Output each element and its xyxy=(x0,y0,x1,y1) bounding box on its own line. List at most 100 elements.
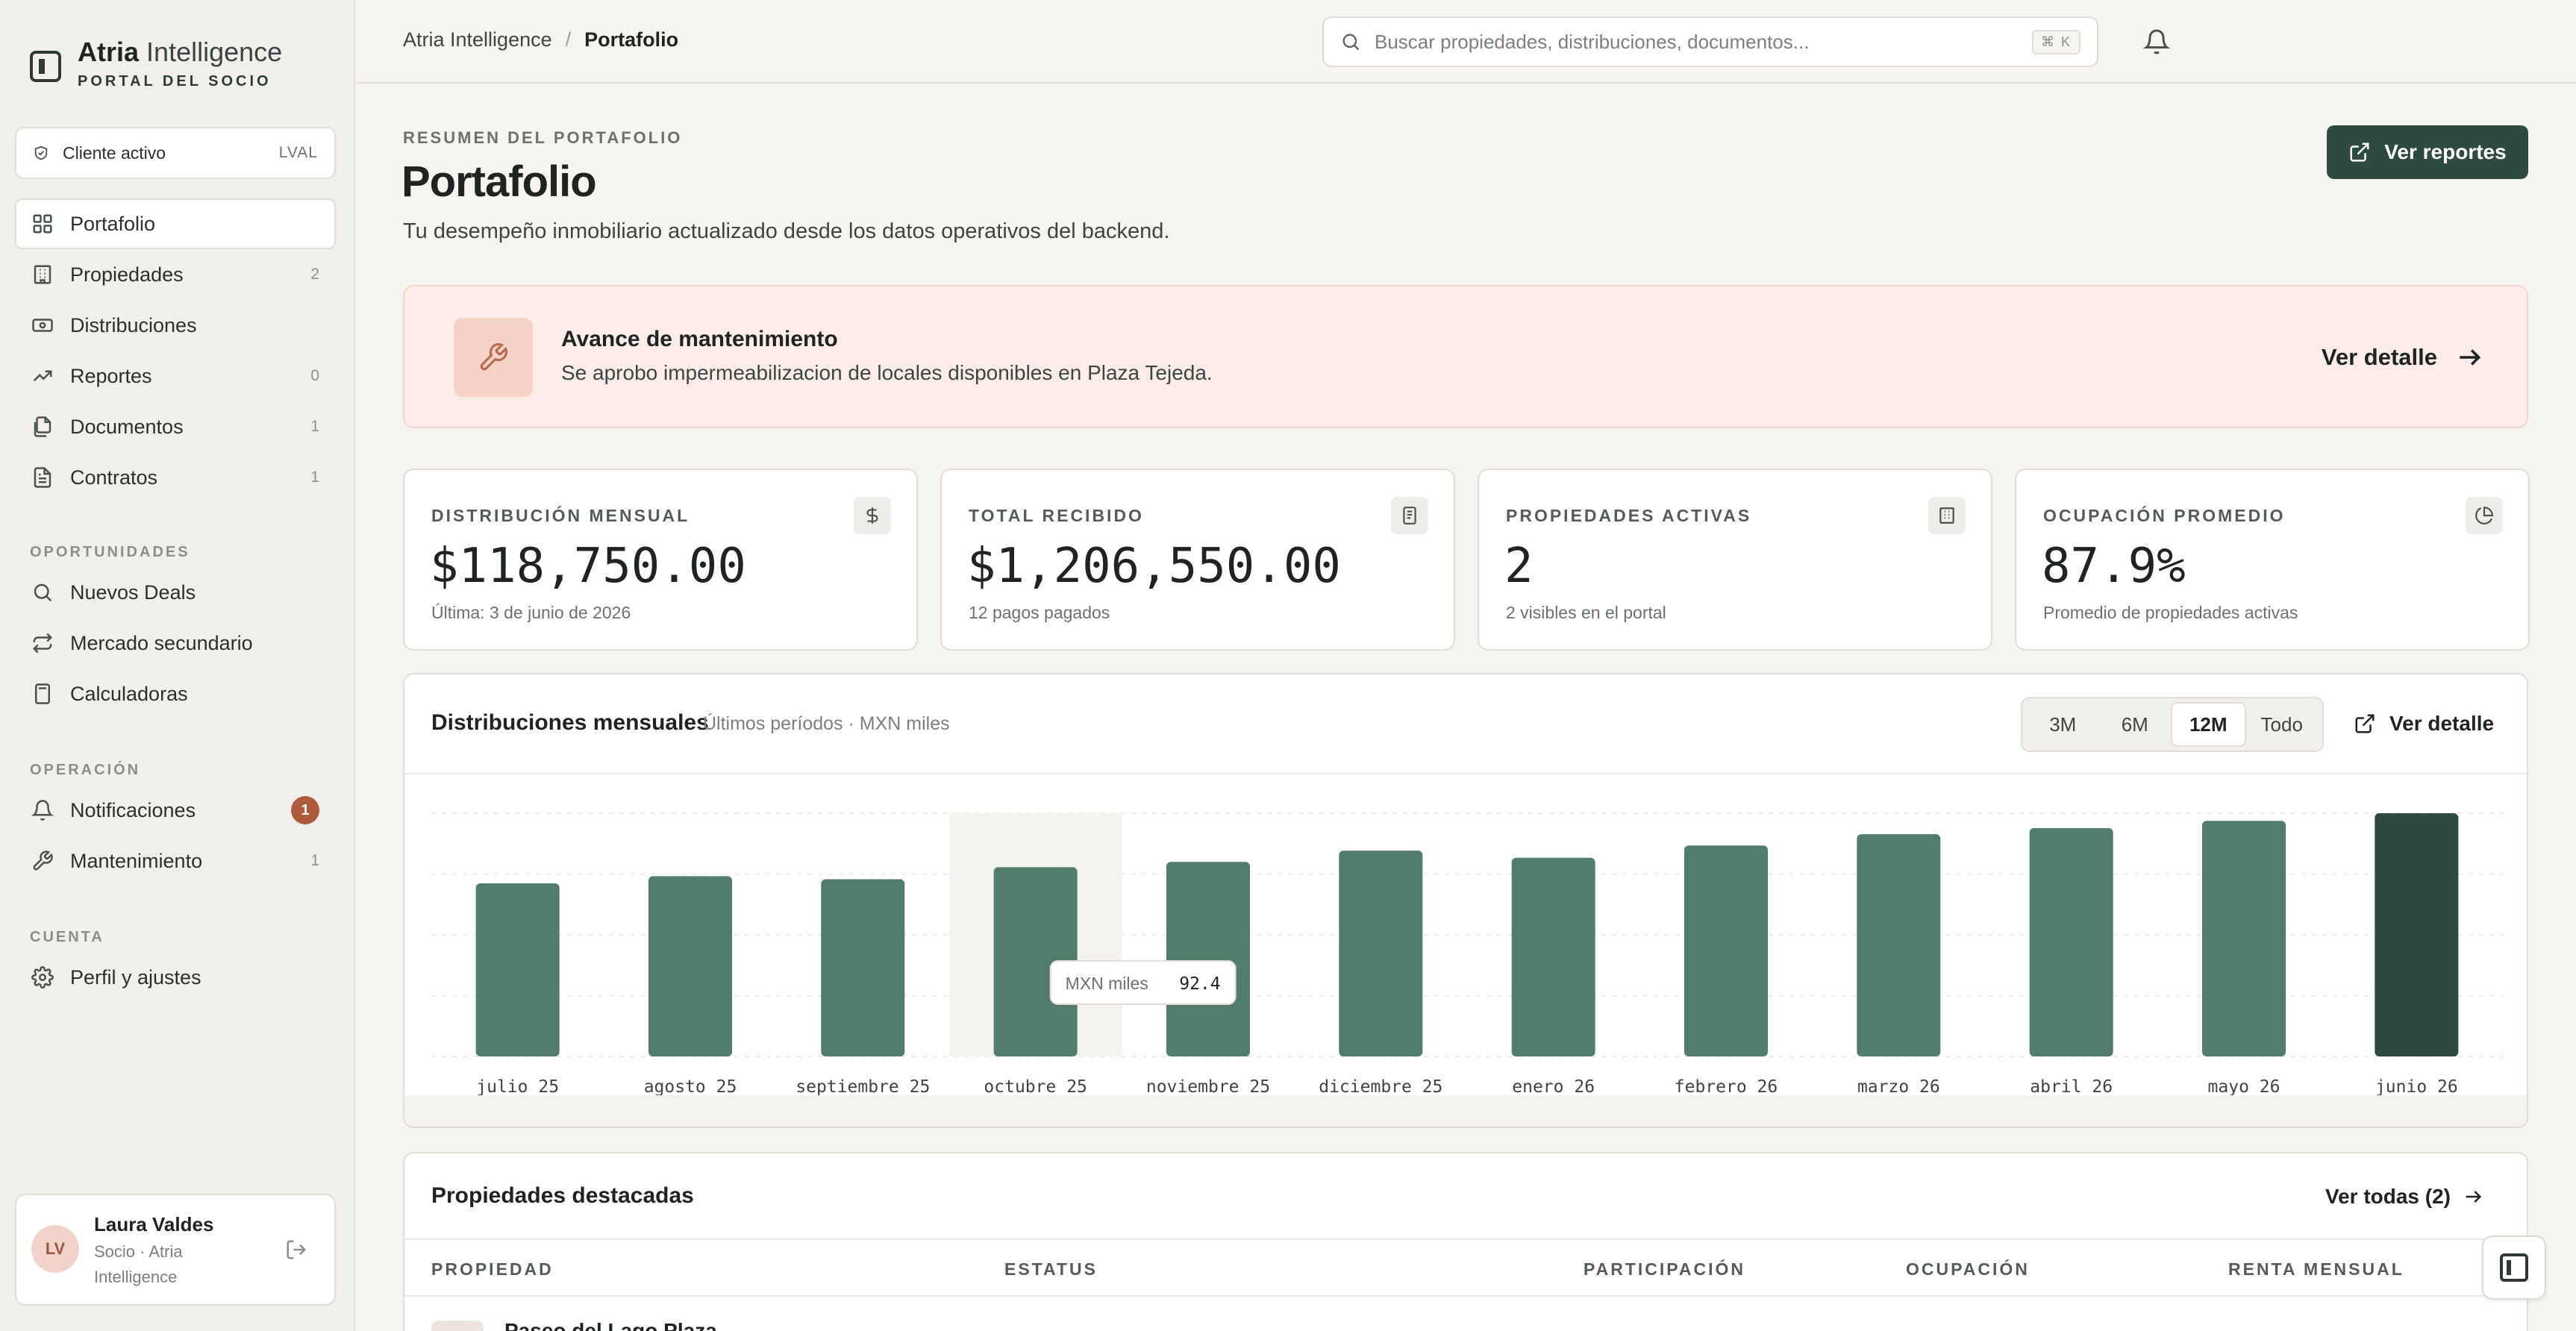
kpi-label: OCUPACIÓN PROMEDIO xyxy=(2043,506,2286,525)
tooltip-value: 92.4 xyxy=(1179,974,1220,994)
column-header[interactable]: OCUPACIÓN xyxy=(1906,1259,2030,1280)
sidebar-item-label: Notificaciones xyxy=(70,798,196,821)
bell-icon xyxy=(31,800,54,821)
brand-logo-icon xyxy=(30,51,61,82)
sidebar-item-notificaciones[interactable]: Notificaciones 1 xyxy=(15,785,336,836)
x-tick-label: agosto 25 xyxy=(644,1077,737,1097)
alert-detail-link[interactable]: Ver detalle xyxy=(2322,343,2483,372)
sidebar-item-mantenimiento[interactable]: Mantenimiento 1 xyxy=(15,836,336,886)
range-3m-button[interactable]: 3M xyxy=(2027,702,2099,747)
external-link-icon xyxy=(2350,143,2369,162)
section-heading: OPORTUNIDADES xyxy=(30,543,190,560)
brand-subtitle: PORTAL DEL SOCIO xyxy=(78,73,272,90)
chart-footer-strip xyxy=(404,1095,2527,1127)
brand[interactable]: Atria Intelligence PORTAL DEL SOCIO xyxy=(30,33,282,90)
sidebar-main-nav: Portafolio Propiedades 2 Distribuciones … xyxy=(15,198,336,503)
column-header[interactable]: PROPIEDAD xyxy=(431,1259,554,1280)
sidebar-item-documentos[interactable]: Documentos 1 xyxy=(15,401,336,452)
sidebar-item-count: 2 xyxy=(310,266,319,283)
dollar-icon xyxy=(854,497,891,534)
page-title: Portafolio xyxy=(401,157,597,206)
breadcrumb-separator: / xyxy=(565,28,572,51)
building-icon xyxy=(1928,497,1966,534)
sidebar-opportunities-nav: OPORTUNIDADES Nuevos Deals Mercado secun… xyxy=(15,537,336,719)
range-selector: 3M 6M 12M Todo xyxy=(2021,697,2324,752)
search-icon xyxy=(1342,34,1360,51)
x-tick-label: abril 26 xyxy=(2030,1077,2113,1097)
sidebar-item-portafolio[interactable]: Portafolio xyxy=(15,198,336,249)
column-header[interactable]: PARTICIPACIÓN xyxy=(1584,1259,1745,1280)
property-name[interactable]: Paseo del Lago Plaza xyxy=(504,1319,717,1331)
x-tick-label: febrero 26 xyxy=(1675,1077,1778,1097)
sidebar-item-label: Contratos xyxy=(70,466,158,489)
property-thumbnail xyxy=(431,1321,484,1331)
chart-bar xyxy=(1166,862,1250,1056)
sidebar-item-label: Perfil y ajustes xyxy=(70,965,201,989)
user-card[interactable]: LV Laura Valdes Socio · Atria Intelligen… xyxy=(15,1194,336,1306)
range-6m-button[interactable]: 6M xyxy=(2099,702,2172,747)
active-client-selector[interactable]: Cliente activo LVAL xyxy=(15,127,336,179)
kpi-sub: 2 visibles en el portal xyxy=(1506,603,1666,622)
view-reports-label: Ver reportes xyxy=(2384,140,2507,163)
column-header[interactable]: RENTA MENSUAL xyxy=(2228,1259,2404,1280)
kpi-label: PROPIEDADES ACTIVAS xyxy=(1506,506,1752,525)
chart-subtitle: Últimos períodos · MXN miles xyxy=(703,713,950,734)
active-client-label: Cliente activo xyxy=(63,143,166,163)
chart-detail-label: Ver detalle xyxy=(2389,712,2495,735)
external-link-icon xyxy=(2355,714,2375,733)
wrench-icon xyxy=(33,851,53,871)
x-tick-label: octubre 25 xyxy=(984,1077,1087,1097)
sidebar-item-nuevos-deals[interactable]: Nuevos Deals xyxy=(15,567,336,618)
chart-bar xyxy=(1684,845,1768,1056)
sidebar-item-label: Portafolio xyxy=(70,212,156,235)
properties-table-header: PROPIEDAD ESTATUS PARTICIPACIÓN OCUPACIÓ… xyxy=(404,1238,2527,1297)
search-icon xyxy=(34,583,52,602)
range-all-button[interactable]: Todo xyxy=(2246,702,2319,747)
sidebar-item-propiedades[interactable]: Propiedades 2 xyxy=(15,249,336,300)
kpi-card-ocupacion: OCUPACIÓN PROMEDIO 87.9% Promedio de pro… xyxy=(2015,469,2530,651)
receipt-icon xyxy=(1391,497,1428,534)
pie-chart-icon xyxy=(2466,497,2503,534)
breadcrumb-root[interactable]: Atria Intelligence xyxy=(403,28,552,51)
search-input[interactable]: Buscar propiedades, distribuciones, docu… xyxy=(1322,16,2098,67)
kpi-value: 87.9% xyxy=(2042,539,2186,594)
grid-icon xyxy=(33,214,52,234)
panel-toggle-button[interactable] xyxy=(2482,1236,2546,1300)
section-heading: OPERACIÓN xyxy=(30,761,141,778)
notifications-bell-icon[interactable] xyxy=(2143,28,2170,55)
sidebar: Atria Intelligence PORTAL DEL SOCIO Clie… xyxy=(0,0,355,1331)
logout-icon[interactable] xyxy=(285,1238,307,1261)
sidebar-item-mercado-secundario[interactable]: Mercado secundario xyxy=(15,618,336,668)
sidebar-item-label: Nuevos Deals xyxy=(70,580,196,604)
search-placeholder: Buscar propiedades, distribuciones, docu… xyxy=(1375,30,1810,53)
repeat-icon xyxy=(32,633,53,654)
brand-name: Atria Intelligence xyxy=(78,37,283,67)
sidebar-item-count: 1 xyxy=(310,852,319,869)
chart-detail-link[interactable]: Ver detalle xyxy=(2354,712,2494,736)
view-reports-button[interactable]: Ver reportes xyxy=(2327,125,2528,179)
x-tick-label: marzo 26 xyxy=(1857,1077,1940,1097)
x-tick-label: junio 26 xyxy=(2375,1077,2458,1097)
range-12m-button[interactable]: 12M xyxy=(2171,702,2246,747)
sidebar-item-contratos[interactable]: Contratos 1 xyxy=(15,452,336,503)
page-eyebrow: RESUMEN DEL PORTAFOLIO xyxy=(403,128,683,147)
column-header[interactable]: ESTATUS xyxy=(1004,1259,1098,1280)
tooltip-label: MXN miles xyxy=(1066,974,1148,993)
trending-up-icon xyxy=(33,370,52,382)
sidebar-item-reportes[interactable]: Reportes 0 xyxy=(15,351,336,401)
sidebar-operation-nav: OPERACIÓN Notificaciones 1 Mantenimiento… xyxy=(15,755,336,886)
x-tick-label: julio 25 xyxy=(476,1077,559,1097)
view-all-label: Ver todas (2) xyxy=(2325,1185,2451,1208)
chart-bar xyxy=(821,879,905,1056)
panel-icon xyxy=(2500,1253,2528,1282)
sidebar-item-distribuciones[interactable]: Distribuciones xyxy=(15,300,336,351)
alert-text: Se aprobo impermeabilizacion de locales … xyxy=(561,361,1213,384)
sidebar-item-perfil[interactable]: Perfil y ajustes xyxy=(15,952,336,1003)
view-all-properties-link[interactable]: Ver todas (2) xyxy=(2325,1185,2483,1209)
properties-title: Propiedades destacadas xyxy=(431,1183,694,1208)
chart-bar xyxy=(648,876,732,1056)
notification-badge: 1 xyxy=(291,796,319,824)
sidebar-item-calculadoras[interactable]: Calculadoras xyxy=(15,668,336,719)
shield-check-icon xyxy=(34,145,48,160)
search-shortcut: ⌘ K xyxy=(2031,29,2081,54)
